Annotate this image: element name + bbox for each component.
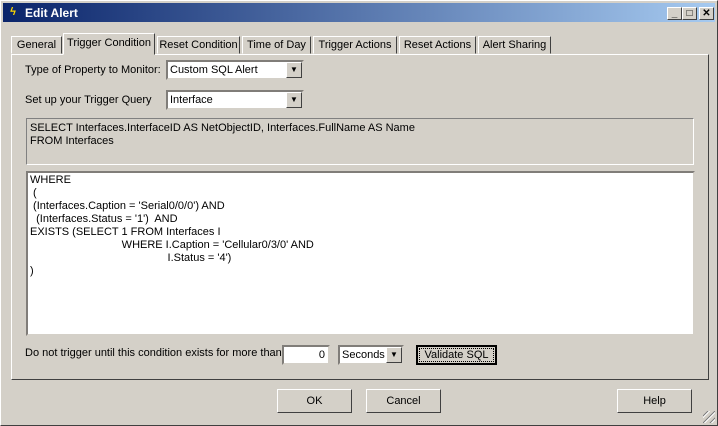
close-button[interactable]: ✕ bbox=[699, 7, 714, 20]
duration-unit-select[interactable]: Seconds ▼ bbox=[338, 345, 404, 365]
trigger-query-select[interactable]: Interface ▼ bbox=[166, 90, 304, 110]
cancel-button[interactable]: Cancel bbox=[366, 389, 441, 413]
property-type-select[interactable]: Custom SQL Alert ▼ bbox=[166, 60, 304, 80]
minimize-button[interactable]: _ bbox=[667, 7, 682, 20]
help-button[interactable]: Help bbox=[617, 389, 692, 413]
window-title: Edit Alert bbox=[25, 6, 78, 20]
select-clause-text: SELECT Interfaces.InterfaceID AS NetObje… bbox=[26, 118, 694, 165]
lightning-icon: ϟ bbox=[10, 6, 16, 18]
trigger-query-value: Interface bbox=[170, 94, 213, 106]
tab-reset-condition[interactable]: Reset Condition bbox=[157, 36, 240, 54]
tab-trigger-condition[interactable]: Trigger Condition bbox=[63, 33, 155, 55]
validate-sql-button[interactable]: Validate SQL bbox=[416, 345, 497, 365]
tab-alert-sharing[interactable]: Alert Sharing bbox=[478, 36, 551, 54]
ok-button[interactable]: OK bbox=[277, 389, 352, 413]
edit-alert-window: ϟ Edit Alert _ □ ✕ General Trigger Condi… bbox=[0, 0, 718, 426]
property-type-value: Custom SQL Alert bbox=[170, 64, 258, 76]
chevron-down-icon[interactable]: ▼ bbox=[286, 62, 302, 78]
tab-time-of-day[interactable]: Time of Day bbox=[242, 36, 311, 54]
duration-label: Do not trigger until this condition exis… bbox=[25, 347, 282, 359]
maximize-button[interactable]: □ bbox=[682, 7, 697, 20]
resize-grip[interactable] bbox=[703, 411, 715, 423]
chevron-down-icon[interactable]: ▼ bbox=[286, 92, 302, 108]
trigger-condition-panel: Type of Property to Monitor: Custom SQL … bbox=[11, 54, 709, 380]
chevron-down-icon[interactable]: ▼ bbox=[386, 347, 402, 363]
trigger-query-label: Set up your Trigger Query bbox=[25, 94, 152, 106]
title-bar[interactable]: ϟ Edit Alert _ □ ✕ bbox=[3, 3, 715, 22]
tab-general[interactable]: General bbox=[11, 36, 62, 54]
duration-unit-value: Seconds bbox=[342, 349, 385, 361]
duration-input[interactable]: 0 bbox=[282, 345, 330, 365]
where-clause-editor[interactable]: WHERE ( (Interfaces.Caption = 'Serial0/0… bbox=[26, 171, 695, 336]
property-type-label: Type of Property to Monitor: bbox=[25, 64, 161, 76]
tab-trigger-actions[interactable]: Trigger Actions bbox=[313, 36, 397, 54]
tab-reset-actions[interactable]: Reset Actions bbox=[399, 36, 476, 54]
validate-sql-label: Validate SQL bbox=[419, 348, 494, 362]
